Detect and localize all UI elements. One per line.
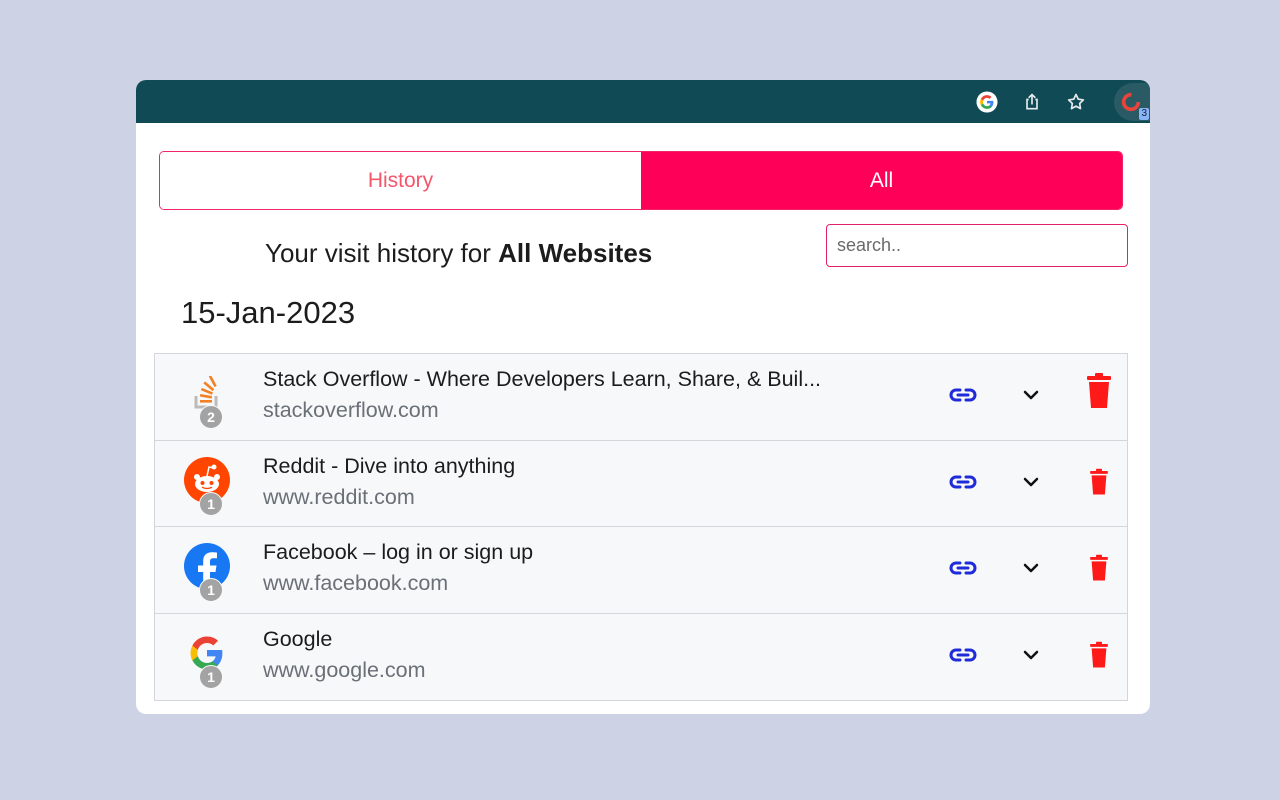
trash-icon[interactable] — [1082, 465, 1116, 499]
extension-button[interactable]: 3 — [1114, 83, 1150, 121]
entry-title: Facebook – log in or sign up — [263, 540, 533, 565]
chevron-down-icon[interactable] — [1014, 378, 1048, 412]
entry-domain: stackoverflow.com — [263, 398, 439, 423]
bookmark-star-icon[interactable] — [1063, 89, 1089, 115]
list-item: 1 Google www.google.com — [155, 614, 1127, 701]
entry-domain: www.reddit.com — [263, 485, 415, 510]
entry-title: Google — [263, 627, 332, 652]
entry-title: Stack Overflow - Where Developers Learn,… — [263, 367, 821, 392]
visit-count-badge: 1 — [199, 578, 223, 602]
date-heading: 15-Jan-2023 — [181, 295, 355, 331]
chevron-down-icon[interactable] — [1014, 551, 1048, 585]
google-icon[interactable] — [974, 89, 1000, 115]
extension-badge: 3 — [1139, 108, 1149, 120]
list-item: 2 Stack Overflow - Where Developers Lear… — [155, 354, 1127, 441]
list-item: 1 Facebook – log in or sign up www.faceb… — [155, 527, 1127, 614]
trash-icon[interactable] — [1082, 551, 1116, 585]
open-link-icon[interactable] — [946, 465, 980, 499]
open-link-icon[interactable] — [946, 638, 980, 672]
browser-toolbar: 3 — [136, 80, 1150, 123]
heading-prefix: Your visit history for — [265, 238, 498, 268]
visit-count-badge: 1 — [199, 492, 223, 516]
visit-count-badge: 1 — [199, 665, 223, 689]
search-input[interactable] — [826, 224, 1128, 267]
heading-target: All Websites — [498, 238, 652, 268]
trash-icon[interactable] — [1082, 638, 1116, 672]
entry-domain: www.facebook.com — [263, 571, 448, 596]
history-list: 2 Stack Overflow - Where Developers Lear… — [154, 353, 1128, 701]
view-tabs: History All — [159, 151, 1123, 210]
chevron-down-icon[interactable] — [1014, 465, 1048, 499]
trash-icon[interactable] — [1082, 374, 1116, 408]
share-icon[interactable] — [1019, 89, 1045, 115]
entry-domain: www.google.com — [263, 658, 426, 683]
extension-popup: 3 History All Your visit history for All… — [136, 80, 1150, 714]
tab-all[interactable]: All — [641, 152, 1122, 209]
list-item: 1 Reddit - Dive into anything www.reddit… — [155, 441, 1127, 528]
entry-title: Reddit - Dive into anything — [263, 454, 515, 479]
open-link-icon[interactable] — [946, 378, 980, 412]
chevron-down-icon[interactable] — [1014, 638, 1048, 672]
tab-history[interactable]: History — [160, 152, 641, 209]
page-heading: Your visit history for All Websites — [265, 238, 652, 269]
open-link-icon[interactable] — [946, 551, 980, 585]
visit-count-badge: 2 — [199, 405, 223, 429]
